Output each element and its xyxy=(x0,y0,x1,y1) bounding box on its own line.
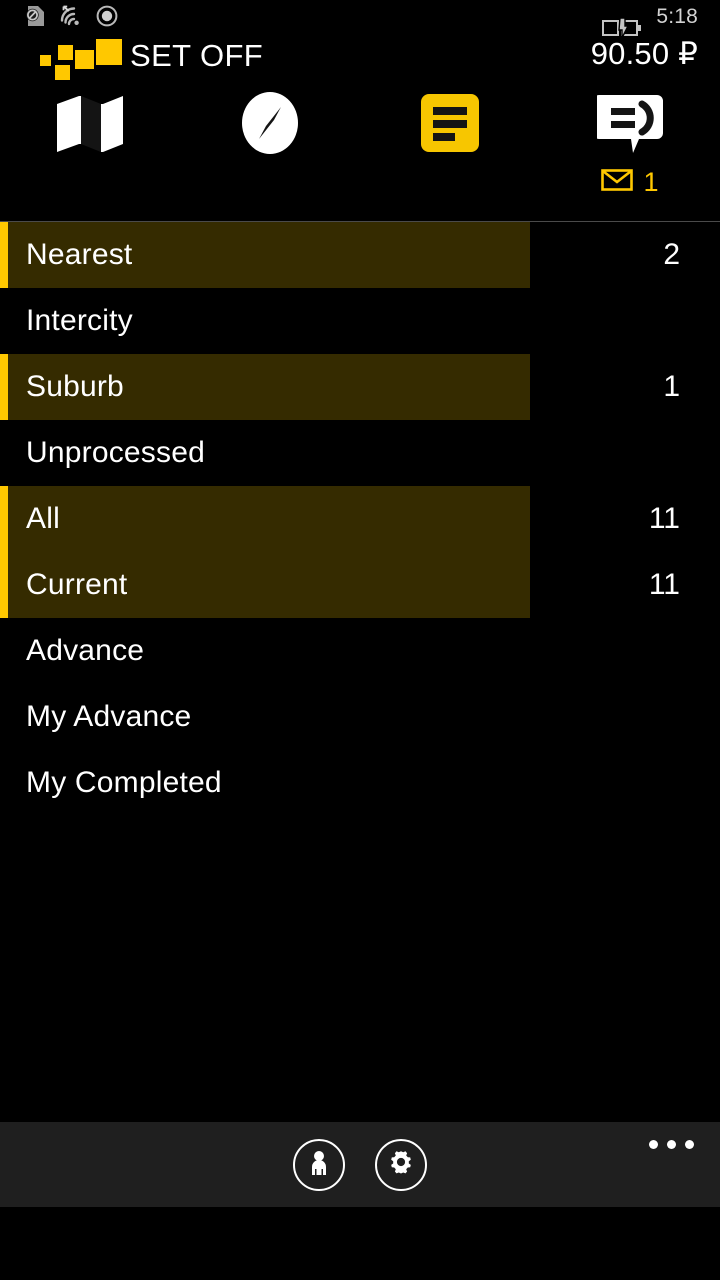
filter-row[interactable]: Unprocessed xyxy=(0,420,720,486)
app-bar-actions xyxy=(0,1122,720,1207)
filter-list: Nearest 2 Intercity Suburb 1 Unprocessed All 11… xyxy=(0,222,720,1162)
map-icon xyxy=(54,92,126,159)
status-bar-icons xyxy=(24,4,118,33)
balance-amount: 90.50 ₽ xyxy=(590,36,698,71)
chat-unread-badge[interactable]: 1 xyxy=(540,162,720,202)
filter-row-label: All xyxy=(26,502,60,535)
filter-row[interactable]: My Completed xyxy=(0,750,720,816)
nav-item-chat[interactable] xyxy=(540,90,720,160)
filter-row[interactable]: All 11 xyxy=(0,486,720,552)
no-sim-icon xyxy=(24,4,46,33)
filter-row-count: 11 xyxy=(648,568,680,601)
list-icon xyxy=(419,92,481,159)
filter-row-label: Nearest xyxy=(26,238,133,271)
bottom-app-bar xyxy=(0,1122,720,1207)
filter-row-count: 1 xyxy=(663,370,680,403)
primary-nav: 1 xyxy=(0,90,720,215)
chat-unread-count: 1 xyxy=(643,166,659,197)
filter-group: Intercity xyxy=(0,288,720,354)
filter-row[interactable]: My Advance xyxy=(0,684,720,750)
filter-row-label: Current xyxy=(26,568,128,601)
phone-screen: 5:18 SET OFF 90.50 ₽ 1 Nearest 2 Interci… xyxy=(0,0,720,1280)
system-nav-shelf xyxy=(0,1207,720,1280)
app-title: SET OFF xyxy=(130,38,264,73)
filter-row[interactable]: Advance xyxy=(0,618,720,684)
filter-row-count: 11 xyxy=(648,502,680,535)
envelope-icon xyxy=(601,168,634,197)
record-circle-icon xyxy=(96,5,118,32)
dot xyxy=(667,1140,676,1149)
status-clock: 5:18 xyxy=(656,4,698,28)
filter-group: My Advance xyxy=(0,684,720,750)
app-title-bar: SET OFF 90.50 ₽ xyxy=(0,34,720,86)
filter-row-label: My Completed xyxy=(26,766,222,799)
filter-row[interactable]: Current 11 xyxy=(0,552,720,618)
gear-icon xyxy=(387,1148,415,1181)
filter-group: All 11 Current 11 xyxy=(0,486,720,618)
filter-row-count: 2 xyxy=(663,238,680,271)
filter-group: Advance xyxy=(0,618,720,684)
set-off-squares-logo xyxy=(38,39,122,81)
compass-icon xyxy=(240,91,300,160)
filter-row-label: Intercity xyxy=(26,304,133,337)
dot xyxy=(685,1140,694,1149)
filter-row[interactable]: Intercity xyxy=(0,288,720,354)
nav-item-compass[interactable] xyxy=(180,90,360,160)
profile-button[interactable] xyxy=(293,1138,345,1191)
filter-row-label: Advance xyxy=(26,634,145,667)
wifi-icon xyxy=(58,4,84,33)
dot xyxy=(649,1140,658,1149)
nav-item-map[interactable] xyxy=(0,90,180,160)
more-dots-icon[interactable] xyxy=(649,1140,694,1149)
filter-row-label: Unprocessed xyxy=(26,436,205,469)
chat-icon xyxy=(593,91,663,160)
person-icon xyxy=(304,1147,334,1182)
filter-group: My Completed xyxy=(0,750,720,816)
filter-row[interactable]: Nearest 2 xyxy=(0,222,720,288)
status-bar-right: 5:18 xyxy=(602,2,698,39)
filter-group: Suburb 1 xyxy=(0,354,720,420)
filter-row[interactable]: Suburb 1 xyxy=(0,354,720,420)
battery-charging-icon xyxy=(602,2,642,39)
filter-group: Unprocessed xyxy=(0,420,720,486)
filter-group: Nearest 2 xyxy=(0,222,720,288)
nav-item-orders[interactable] xyxy=(360,90,540,160)
status-bar: 5:18 xyxy=(0,0,720,39)
filter-row-label: Suburb xyxy=(26,370,124,403)
settings-button[interactable] xyxy=(375,1138,427,1191)
filter-row-label: My Advance xyxy=(26,700,192,733)
